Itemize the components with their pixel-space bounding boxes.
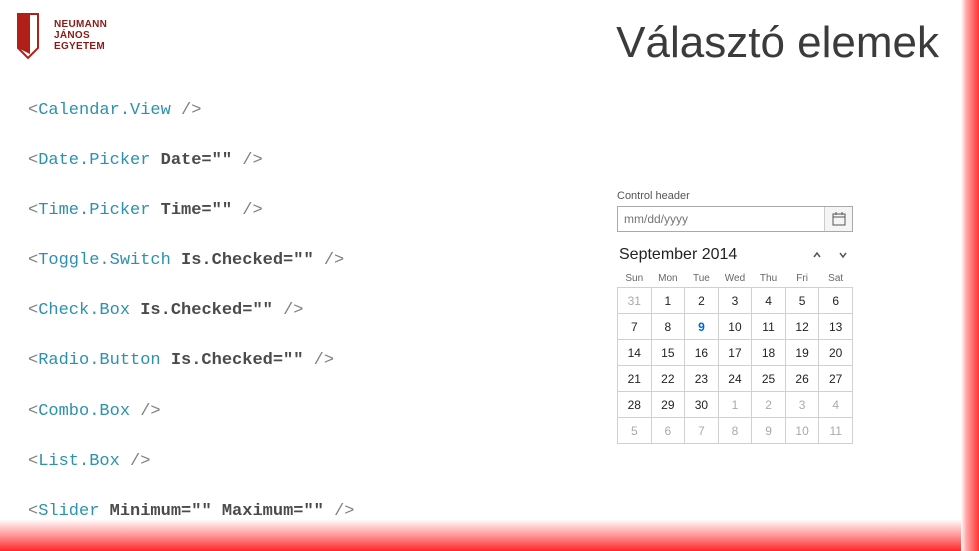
month-header: September 2014 <box>617 242 853 270</box>
calendar-day[interactable]: 14 <box>618 340 652 366</box>
calendar-day[interactable]: 29 <box>651 392 685 418</box>
calendar-day[interactable]: 1 <box>651 288 685 314</box>
calendar-dow: Wed <box>718 270 752 288</box>
calendar-day[interactable]: 10 <box>785 418 819 444</box>
next-month-icon[interactable] <box>835 247 851 263</box>
calendar-day[interactable]: 7 <box>618 314 652 340</box>
calendar-day[interactable]: 9 <box>685 314 719 340</box>
code-line: <Calendar.View /> <box>28 100 355 122</box>
calendar-day[interactable]: 4 <box>819 392 853 418</box>
code-line: <Toggle.Switch Is.Checked="" /> <box>28 250 355 272</box>
calendar-day[interactable]: 30 <box>685 392 719 418</box>
calendar-day[interactable]: 2 <box>752 392 786 418</box>
logo-mark-icon <box>14 10 48 60</box>
calendar-day[interactable]: 11 <box>819 418 853 444</box>
calendar-day[interactable]: 2 <box>685 288 719 314</box>
calendar-day[interactable]: 6 <box>651 418 685 444</box>
calendar-dow: Fri <box>785 270 819 288</box>
calendar-icon[interactable] <box>824 207 852 231</box>
calendar-day[interactable]: 26 <box>785 366 819 392</box>
calendar-day[interactable]: 7 <box>685 418 719 444</box>
calendar-day[interactable]: 4 <box>752 288 786 314</box>
calendar-day[interactable]: 3 <box>785 392 819 418</box>
calendar-day[interactable]: 9 <box>752 418 786 444</box>
calendar-day[interactable]: 10 <box>718 314 752 340</box>
calendar-day[interactable]: 20 <box>819 340 853 366</box>
calendar-day[interactable]: 24 <box>718 366 752 392</box>
calendar-day[interactable]: 5 <box>618 418 652 444</box>
calendar-day[interactable]: 25 <box>752 366 786 392</box>
calendar-day[interactable]: 13 <box>819 314 853 340</box>
prev-month-icon[interactable] <box>809 247 825 263</box>
calendar-day[interactable]: 27 <box>819 366 853 392</box>
code-line: <Combo.Box /> <box>28 401 355 423</box>
month-label: September 2014 <box>619 246 737 264</box>
calendar-day[interactable]: 19 <box>785 340 819 366</box>
calendar-dow: Mon <box>651 270 685 288</box>
code-line: <Check.Box Is.Checked="" /> <box>28 300 355 322</box>
calendar-dow: Thu <box>752 270 786 288</box>
calendar-day[interactable]: 5 <box>785 288 819 314</box>
calendar-day[interactable]: 8 <box>718 418 752 444</box>
calendar-dow: Tue <box>685 270 719 288</box>
calendar-day[interactable]: 31 <box>618 288 652 314</box>
calendar-day[interactable]: 18 <box>752 340 786 366</box>
code-line: <Date.Picker Date="" /> <box>28 150 355 172</box>
calendar-day[interactable]: 8 <box>651 314 685 340</box>
calendar-day[interactable]: 28 <box>618 392 652 418</box>
date-input[interactable] <box>618 207 824 231</box>
date-input-row[interactable] <box>617 206 853 232</box>
bottom-accent <box>0 519 961 551</box>
right-accent <box>961 0 979 551</box>
calendar-dow: Sat <box>819 270 853 288</box>
logo-text: NEUMANN JÁNOS EGYETEM <box>54 19 107 52</box>
calendar-day[interactable]: 22 <box>651 366 685 392</box>
slide-title: Választó elemek <box>616 18 939 68</box>
control-header-label: Control header <box>617 190 853 202</box>
calendar-grid: SunMonTueWedThuFriSat 311234567891011121… <box>617 270 853 444</box>
code-line: <List.Box /> <box>28 451 355 473</box>
calendar-day[interactable]: 17 <box>718 340 752 366</box>
calendar-day[interactable]: 12 <box>785 314 819 340</box>
university-logo: NEUMANN JÁNOS EGYETEM <box>14 10 107 60</box>
calendar-day[interactable]: 1 <box>718 392 752 418</box>
calendar-day[interactable]: 16 <box>685 340 719 366</box>
calendar-day[interactable]: 3 <box>718 288 752 314</box>
calendar-day[interactable]: 15 <box>651 340 685 366</box>
code-line: <Time.Picker Time="" /> <box>28 200 355 222</box>
calendar-day[interactable]: 21 <box>618 366 652 392</box>
calendar-dow: Sun <box>618 270 652 288</box>
calendar-day[interactable]: 6 <box>819 288 853 314</box>
code-listing: <Calendar.View /> <Date.Picker Date="" />… <box>28 100 355 551</box>
calendar-widget: Control header September 2014 SunMonTueW… <box>617 190 853 444</box>
code-line: <Radio.Button Is.Checked="" /> <box>28 350 355 372</box>
calendar-day[interactable]: 23 <box>685 366 719 392</box>
calendar-day[interactable]: 11 <box>752 314 786 340</box>
